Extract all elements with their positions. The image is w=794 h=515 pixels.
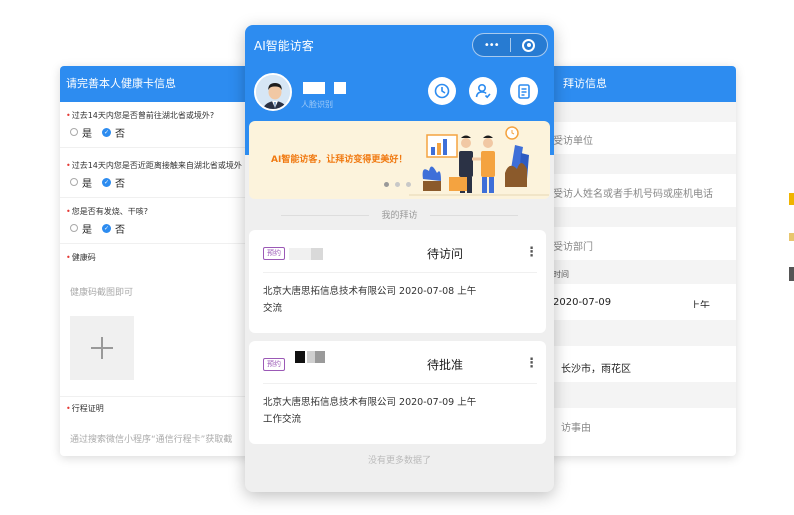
visited-unit-field[interactable]: 受访单位: [545, 132, 736, 147]
visit-status: 待访问: [427, 247, 464, 261]
q2-options: 是 ✓ 否: [60, 171, 260, 193]
radio-no-checked[interactable]: ✓: [102, 177, 111, 187]
visitor-form-card: 拜访信息 受访单位 受访人姓名或者手机号码或座机电话 受访部门 时间 2020-…: [545, 66, 736, 456]
health-code-hint: 健康码截图即可: [70, 288, 134, 298]
visited-dept-field[interactable]: 受访部门: [545, 238, 736, 253]
health-code-label: •健康码: [66, 253, 96, 262]
question-fever: •您是否有发烧、干咳?: [66, 207, 148, 216]
user-avatar[interactable]: [254, 73, 292, 111]
visit-company-date: 北京大唐思拓信息技术有限公司 2020-07-09 上午: [263, 397, 477, 408]
health-form-card: 请完善本人健康卡信息 •过去14天内您是否曾前往湖北省或境外? 是 ✓ 否 •过去…: [60, 66, 260, 456]
more-options-icon[interactable]: ⋮: [525, 246, 538, 259]
health-form-title: 请完善本人健康卡信息: [60, 66, 260, 102]
radio-yes[interactable]: [70, 178, 78, 186]
trip-proof-label: •行程证明: [66, 404, 104, 413]
user-subtitle: 人脸识别: [301, 100, 333, 109]
question-hubei-contact: •过去14天内您是否近距离接触来自湖北省或境外: [66, 161, 242, 170]
banner-illustration: [409, 126, 549, 196]
health-code-upload[interactable]: [70, 316, 134, 380]
visit-status: 待批准: [427, 358, 464, 372]
banner-pagination: [384, 182, 417, 187]
radio-no-checked[interactable]: ✓: [102, 127, 111, 137]
more-options-icon[interactable]: ⋮: [525, 357, 538, 370]
q1-options: 是 ✓ 否: [60, 121, 260, 143]
radio-yes[interactable]: [70, 128, 78, 136]
visit-period-picker[interactable]: 上午: [690, 297, 710, 308]
visit-reason: 交流: [263, 303, 283, 314]
close-target-icon[interactable]: [510, 38, 547, 52]
visitor-name-redacted: [295, 351, 305, 363]
radio-yes[interactable]: [70, 224, 78, 232]
more-dots-icon[interactable]: •••: [473, 40, 510, 51]
city-picker[interactable]: 长沙市，雨花区: [545, 360, 736, 375]
trip-proof-hint: 通过搜索微信小程序“通信行程卡”获取截: [70, 435, 233, 445]
app-title: AI智能访客: [254, 39, 314, 53]
radio-no-checked[interactable]: ✓: [102, 223, 111, 233]
promo-banner[interactable]: AI智能访客，让拜访变得更美好！: [249, 121, 550, 199]
appointment-tag: 预约: [263, 247, 285, 260]
promo-stage: 请完善本人健康卡信息 •过去14天内您是否曾前往湖北省或境外? 是 ✓ 否 •过去…: [0, 0, 794, 515]
user-check-icon[interactable]: [469, 77, 497, 105]
no-more-data-label: 没有更多数据了: [367, 456, 431, 466]
banner-slogan: AI智能访客，让拜访变得更美好！: [271, 155, 408, 165]
visit-card[interactable]: 预约 待批准 ⋮ 北京大唐思拓信息技术有限公司 2020-07-09 上午 工作…: [249, 341, 546, 444]
q3-options: 是 ✓ 否: [60, 217, 260, 239]
offscreen-decoration: [789, 193, 794, 283]
time-label: 时间: [553, 270, 569, 279]
phone-screen: AI智能访客 ••• 人脸识别 AI智能访客，让拜访变得更美好！ 我的拜访 预约…: [245, 25, 554, 492]
visit-reason: 工作交流: [263, 414, 302, 425]
clipboard-icon[interactable]: [510, 77, 538, 105]
visited-person-field[interactable]: 受访人姓名或者手机号码或座机电话: [545, 185, 736, 200]
visit-reason-field[interactable]: 访事由: [545, 419, 736, 434]
question-hubei-travel: •过去14天内您是否曾前往湖北省或境外?: [66, 111, 215, 120]
appointment-tag: 预约: [263, 358, 285, 371]
visitor-form-title: 拜访信息: [545, 66, 736, 102]
visit-company-date: 北京大唐思拓信息技术有限公司 2020-07-08 上午: [263, 286, 477, 297]
user-name-redacted: [303, 82, 325, 94]
visit-date-picker[interactable]: 2020-07-09 上午: [545, 297, 736, 308]
clock-icon[interactable]: [428, 77, 456, 105]
mini-program-capsule: •••: [472, 33, 548, 57]
visit-card[interactable]: 预约 待访问 ⋮ 北京大唐思拓信息技术有限公司 2020-07-08 上午 交流: [249, 230, 546, 333]
